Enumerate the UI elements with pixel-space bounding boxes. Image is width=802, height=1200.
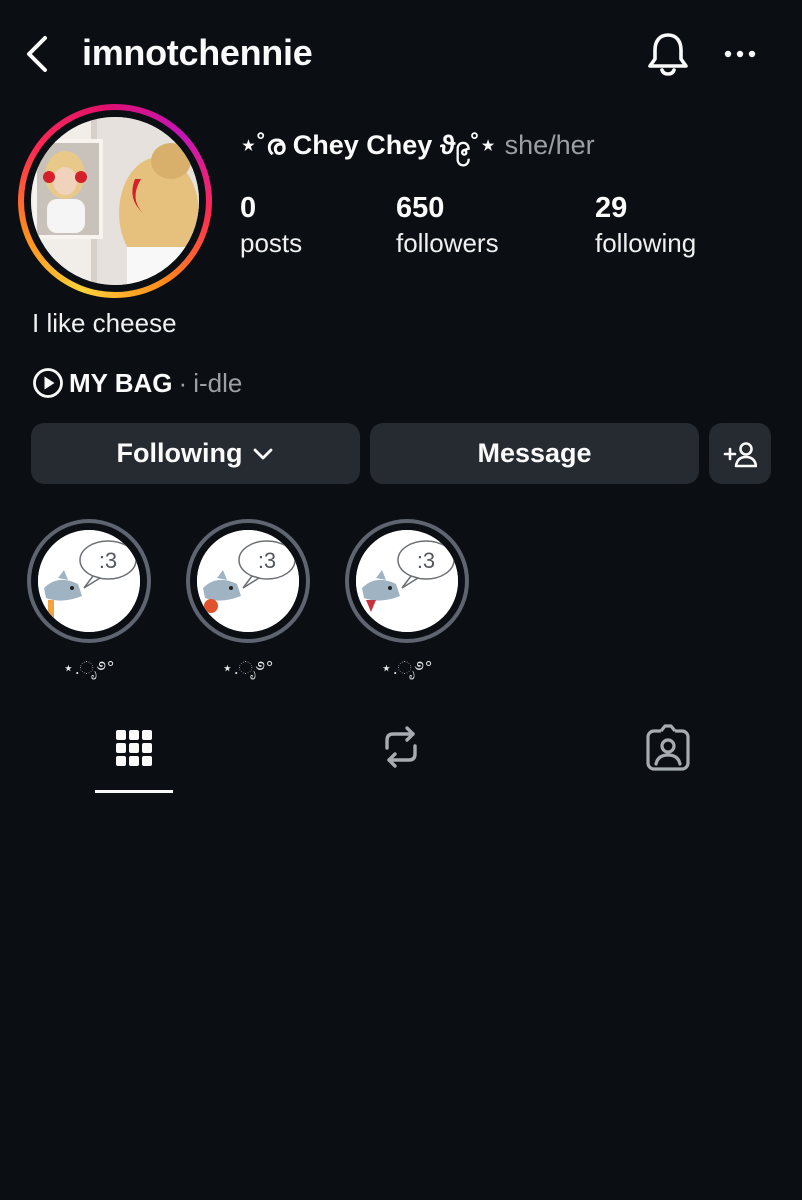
message-button-label: Message — [477, 438, 592, 468]
tab-reposts[interactable] — [361, 722, 441, 786]
highlight-bubble-text: :3 — [258, 548, 276, 573]
top-bar: imnotchennie — [0, 0, 802, 110]
bio-text: I like cheese — [32, 308, 177, 338]
story-highlight[interactable]: :3 ⋆.ೃ࿔° — [186, 519, 310, 699]
stat-followers-count: 650 — [396, 192, 445, 224]
stat-following-label: following — [595, 228, 697, 258]
display-name-line: ⋆˚ര Chey Chey ϑ၉˚⋆ she/her — [240, 128, 595, 168]
highlight-cover: :3 — [356, 530, 458, 632]
profile-page: imnotchennie ⋆˚ര Chey Chey ϑ၉˚⋆ she/her … — [0, 0, 802, 1200]
pronouns: she/her — [504, 130, 595, 160]
following-button-label: Following — [116, 438, 243, 468]
play-circle-icon — [33, 368, 63, 398]
profile-username: imnotchennie — [82, 32, 313, 73]
repost-icon — [385, 726, 417, 768]
tagged-icon — [646, 724, 690, 771]
more-horizontal-icon[interactable] — [718, 38, 762, 70]
highlight-cover: :3 — [38, 530, 140, 632]
grid-icon — [116, 730, 152, 766]
stat-following-count: 29 — [595, 192, 628, 224]
music-separator: · — [178, 367, 188, 398]
following-button[interactable]: Following — [31, 423, 360, 484]
highlight-cover: :3 — [197, 530, 299, 632]
stat-following[interactable]: 29 following — [595, 190, 696, 260]
story-highlight[interactable]: :3 ⋆.ೃ࿔° — [345, 519, 469, 699]
add-user-icon — [723, 441, 757, 467]
bell-icon[interactable] — [644, 30, 692, 78]
avatar — [31, 117, 199, 285]
highlight-label: ⋆.ೃ࿔° — [221, 658, 275, 678]
chevron-down-icon — [254, 448, 273, 459]
add-user-button[interactable] — [709, 423, 771, 484]
highlight-bubble-text: :3 — [417, 548, 435, 573]
highlight-label: ⋆.ೃ࿔° — [380, 658, 434, 678]
stat-followers-label: followers — [396, 228, 499, 258]
message-button[interactable]: Message — [370, 423, 699, 484]
tab-tagged[interactable] — [628, 722, 708, 786]
profile-music[interactable]: MY BAG · i-dle — [32, 366, 242, 400]
stat-followers[interactable]: 650 followers — [396, 190, 499, 260]
music-artist: i-dle — [193, 367, 243, 398]
stat-posts[interactable]: 0 posts — [240, 190, 302, 260]
active-tab-indicator — [95, 790, 173, 793]
tab-grid[interactable] — [94, 722, 174, 786]
display-name: ⋆˚ര Chey Chey ϑ၉˚⋆ — [240, 130, 497, 160]
highlight-label: ⋆.ೃ࿔° — [62, 658, 116, 678]
story-highlight[interactable]: :3 ⋆.ೃ࿔° — [27, 519, 151, 699]
music-song-title: MY BAG — [69, 367, 173, 398]
chevron-left-icon[interactable] — [20, 34, 56, 74]
highlight-bubble-text: :3 — [99, 548, 117, 573]
stat-posts-count: 0 — [240, 192, 257, 224]
profile-avatar-story-ring[interactable] — [18, 104, 212, 298]
stat-posts-label: posts — [240, 228, 303, 258]
